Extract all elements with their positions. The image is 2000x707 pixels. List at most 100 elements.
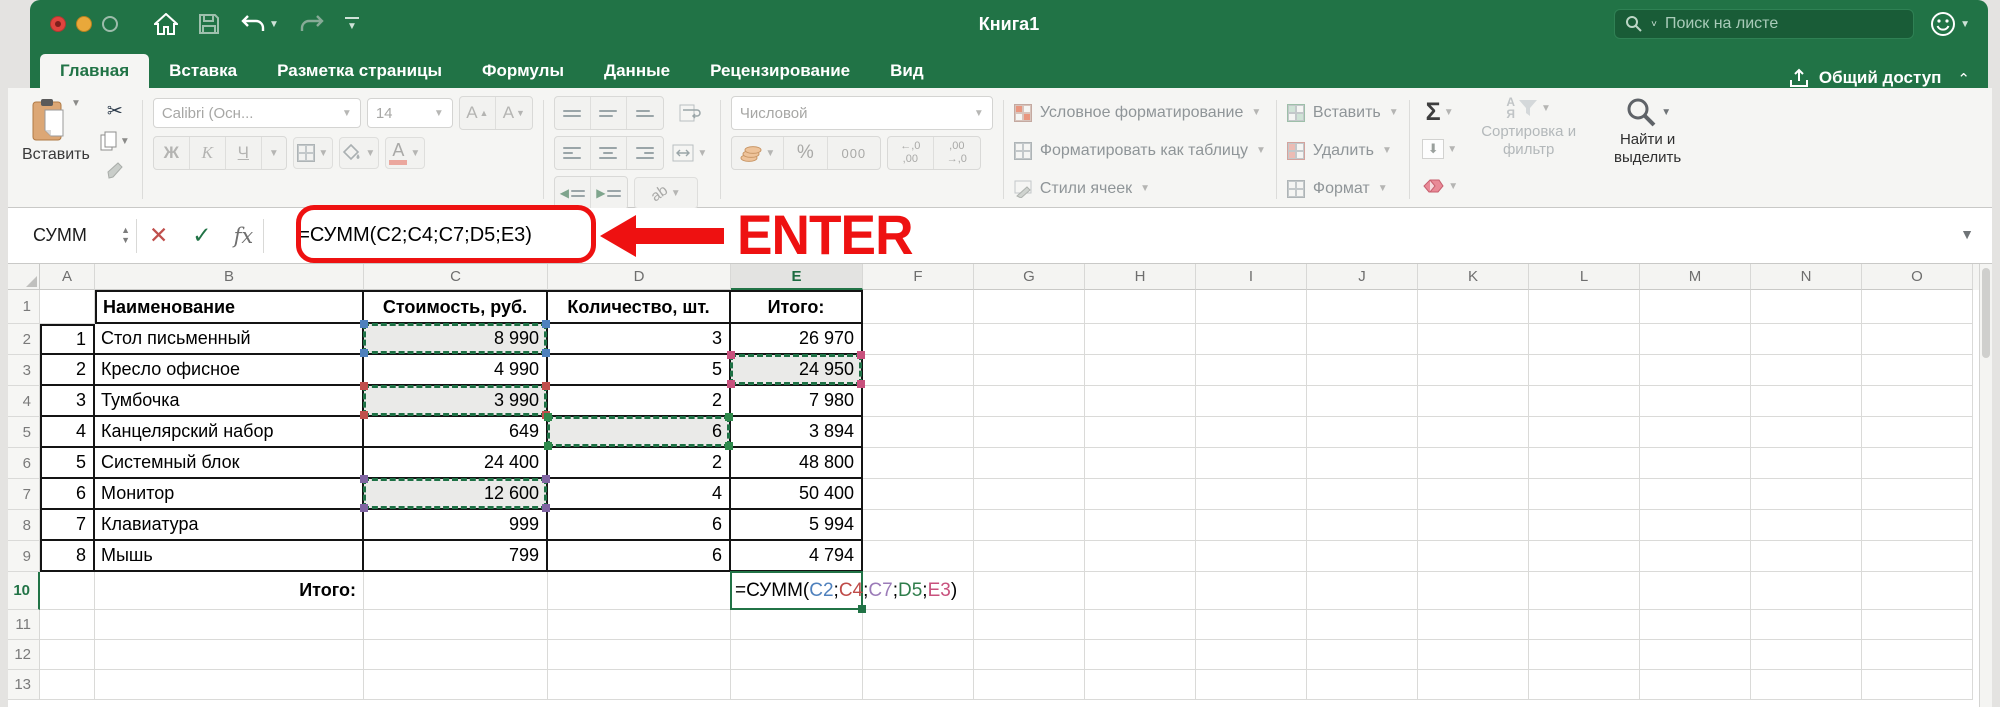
column-header-I[interactable]: I xyxy=(1196,264,1307,290)
cell-M8[interactable] xyxy=(1640,510,1751,541)
bold-button[interactable]: Ж xyxy=(154,137,190,169)
cell-H7[interactable] xyxy=(1085,479,1196,510)
cell-E7[interactable]: 50 400 xyxy=(731,479,863,510)
cell-M1[interactable] xyxy=(1640,290,1751,324)
cell-G2[interactable] xyxy=(974,324,1085,355)
cell-N5[interactable] xyxy=(1751,417,1862,448)
cell-M11[interactable] xyxy=(1640,610,1751,640)
cell-B7[interactable]: Монитор xyxy=(95,479,364,510)
cell-G10[interactable] xyxy=(974,572,1085,610)
select-all-corner[interactable] xyxy=(8,264,40,290)
font-color-button[interactable]: A ▼ xyxy=(384,137,425,169)
cell-J7[interactable] xyxy=(1307,479,1418,510)
cell-O9[interactable] xyxy=(1862,541,1973,572)
cell-N11[interactable] xyxy=(1751,610,1862,640)
cell-N6[interactable] xyxy=(1751,448,1862,479)
cell-D1[interactable]: Количество, шт. xyxy=(548,290,731,324)
cell-F12[interactable] xyxy=(863,640,974,670)
cell-C13[interactable] xyxy=(364,670,548,700)
find-select-button[interactable]: ▼ Найти и выделить xyxy=(1598,96,1698,203)
column-header-J[interactable]: J xyxy=(1307,264,1418,290)
undo-button[interactable]: ▼ xyxy=(240,13,279,35)
cancel-entry-button[interactable]: ✕ xyxy=(137,222,180,249)
cell-D5[interactable]: 6 xyxy=(544,413,733,450)
cell-F11[interactable] xyxy=(863,610,974,640)
cell-K8[interactable] xyxy=(1418,510,1529,541)
cell-O3[interactable] xyxy=(1862,355,1973,386)
cell-O6[interactable] xyxy=(1862,448,1973,479)
cell-C2[interactable]: 8 990 xyxy=(360,320,550,357)
font-name-select[interactable]: Calibri (Осн... ▼ xyxy=(152,98,361,128)
cell-G7[interactable] xyxy=(974,479,1085,510)
number-format-select[interactable]: Числовой ▼ xyxy=(730,96,993,130)
format-as-table-button[interactable]: Форматировать как таблицу ▼ xyxy=(1013,136,1266,165)
cell-K13[interactable] xyxy=(1418,670,1529,700)
tab-formuly[interactable]: Формулы xyxy=(462,54,584,88)
cell-D3[interactable]: 5 xyxy=(548,355,731,386)
grow-font-button[interactable]: A ▲ xyxy=(460,97,496,129)
format-painter-button[interactable] xyxy=(98,158,132,184)
cell-L10[interactable] xyxy=(1529,572,1640,610)
column-header-D[interactable]: D xyxy=(548,264,731,290)
cell-A9[interactable]: 8 xyxy=(40,541,95,572)
cell-K11[interactable] xyxy=(1418,610,1529,640)
cell-N2[interactable] xyxy=(1751,324,1862,355)
close-button[interactable] xyxy=(50,16,66,32)
cell-G11[interactable] xyxy=(974,610,1085,640)
cell-H3[interactable] xyxy=(1085,355,1196,386)
cell-M13[interactable] xyxy=(1640,670,1751,700)
row-header-12[interactable]: 12 xyxy=(8,640,40,670)
cell-F1[interactable] xyxy=(863,290,974,324)
cell-A7[interactable]: 6 xyxy=(40,479,95,510)
search-scope-dropdown-icon[interactable]: ˅ xyxy=(1651,19,1657,30)
cell-L7[interactable] xyxy=(1529,479,1640,510)
cell-F6[interactable] xyxy=(863,448,974,479)
column-header-H[interactable]: H xyxy=(1085,264,1196,290)
cell-M10[interactable] xyxy=(1640,572,1751,610)
cell-G5[interactable] xyxy=(974,417,1085,448)
cell-styles-button[interactable]: Стили ячеек ▼ xyxy=(1014,174,1266,203)
cell-B11[interactable] xyxy=(95,610,364,640)
cell-I7[interactable] xyxy=(1196,479,1307,510)
row-header-5[interactable]: 5 xyxy=(8,417,40,448)
cell-H12[interactable] xyxy=(1085,640,1196,670)
cell-D12[interactable] xyxy=(548,640,731,670)
cell-E1[interactable]: Итого: xyxy=(731,290,863,324)
cell-I9[interactable] xyxy=(1196,541,1307,572)
cell-N3[interactable] xyxy=(1751,355,1862,386)
cell-A10[interactable] xyxy=(40,572,95,610)
row-header-7[interactable]: 7 xyxy=(8,479,40,510)
cell-D13[interactable] xyxy=(548,670,731,700)
shrink-font-button[interactable]: A ▼ xyxy=(496,97,532,129)
cell-I6[interactable] xyxy=(1196,448,1307,479)
active-cell-formula[interactable]: =СУММ(C2;C4;C7;D5;E3) xyxy=(731,580,957,602)
customize-toolbar-button[interactable]: ▼ xyxy=(344,16,359,32)
cell-H8[interactable] xyxy=(1085,510,1196,541)
cell-O10[interactable] xyxy=(1862,572,1973,610)
cell-L9[interactable] xyxy=(1529,541,1640,572)
cell-J1[interactable] xyxy=(1307,290,1418,324)
cell-C6[interactable]: 24 400 xyxy=(364,448,548,479)
orientation-button[interactable]: ab ▼ xyxy=(633,177,698,209)
cell-A13[interactable] xyxy=(40,670,95,700)
column-header-G[interactable]: G xyxy=(974,264,1085,290)
cell-N7[interactable] xyxy=(1751,479,1862,510)
cell-F7[interactable] xyxy=(863,479,974,510)
align-left-button[interactable] xyxy=(555,137,591,169)
cell-H9[interactable] xyxy=(1085,541,1196,572)
row-header-13[interactable]: 13 xyxy=(8,670,40,700)
cell-A6[interactable]: 5 xyxy=(40,448,95,479)
row-header-11[interactable]: 11 xyxy=(8,610,40,640)
cell-G8[interactable] xyxy=(974,510,1085,541)
cell-N1[interactable] xyxy=(1751,290,1862,324)
cell-C12[interactable] xyxy=(364,640,548,670)
collapse-ribbon-button[interactable]: ⌃ xyxy=(1957,70,1970,88)
cell-I8[interactable] xyxy=(1196,510,1307,541)
cell-B8[interactable]: Клавиатура xyxy=(95,510,364,541)
merge-center-button[interactable]: ▼ xyxy=(670,137,710,169)
cell-D6[interactable]: 2 xyxy=(548,448,731,479)
cell-C5[interactable]: 649 xyxy=(364,417,548,448)
scrollbar-thumb[interactable] xyxy=(1982,268,1990,358)
increase-indent-button[interactable]: ▶ xyxy=(591,177,627,209)
cell-B5[interactable]: Канцелярский набор xyxy=(95,417,364,448)
